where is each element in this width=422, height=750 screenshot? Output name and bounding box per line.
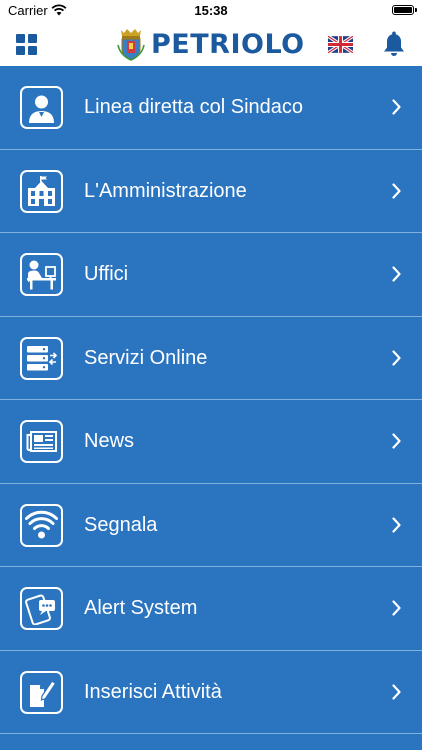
chevron-right-icon xyxy=(392,516,401,533)
chevron-right-icon xyxy=(392,182,401,199)
chevron-right-icon xyxy=(392,433,401,449)
menu-item-uffici[interactable]: Uffici xyxy=(0,233,422,317)
header: PETRIOLO xyxy=(0,22,422,66)
menu-item-label: News xyxy=(84,430,135,452)
app-title: PETRIOLO xyxy=(151,28,305,60)
menu-item-inserisci-attivita[interactable]: Inserisci Attività xyxy=(0,651,422,734)
menu-item-label: Inserisci Attività xyxy=(84,680,222,703)
document-edit-icon xyxy=(20,670,63,714)
mayor-person-icon xyxy=(20,86,63,129)
clock: 15:38 xyxy=(194,3,228,18)
town-hall-icon xyxy=(20,169,63,213)
menu-item-servizi-online[interactable]: Servizi Online xyxy=(0,317,422,400)
menu-item-label: L'Amministrazione xyxy=(84,179,247,202)
office-desk-icon xyxy=(20,253,63,296)
main-menu: Linea diretta col Sindaco L'Amministrazi… xyxy=(0,66,422,750)
chevron-right-icon xyxy=(392,683,401,700)
wifi-signal-icon xyxy=(20,503,63,547)
uk-flag-icon[interactable] xyxy=(328,36,353,53)
coat-of-arms-icon xyxy=(117,29,145,61)
menu-item-label: Servizi Online xyxy=(84,346,208,369)
bell-icon[interactable] xyxy=(382,30,406,58)
chevron-right-icon xyxy=(392,99,401,115)
menu-item-linea-diretta[interactable]: Linea diretta col Sindaco xyxy=(0,66,422,150)
menu-item-label: Linea diretta col Sindaco xyxy=(84,96,304,118)
menu-item-label: Alert System xyxy=(84,597,198,619)
menu-item-segnala[interactable]: Segnala xyxy=(0,484,422,567)
newspaper-icon xyxy=(20,420,63,463)
brand: PETRIOLO xyxy=(117,26,305,62)
menu-item-label: Segnala xyxy=(84,513,158,536)
chevron-right-icon xyxy=(392,600,401,616)
grid-icon[interactable] xyxy=(16,34,38,56)
menu-item-amministrazione[interactable]: L'Amministrazione xyxy=(0,150,422,233)
chevron-right-icon xyxy=(392,349,401,366)
battery-icon xyxy=(392,5,417,15)
menu-item-news[interactable]: News xyxy=(0,400,422,484)
server-sync-icon xyxy=(20,336,63,380)
phone-chat-icon xyxy=(20,587,63,630)
menu-item-label: Uffici xyxy=(84,263,129,285)
menu-item-alert-system[interactable]: Alert System xyxy=(0,567,422,651)
status-bar: Carrier 15:38 xyxy=(0,0,422,22)
chevron-right-icon xyxy=(392,266,401,282)
